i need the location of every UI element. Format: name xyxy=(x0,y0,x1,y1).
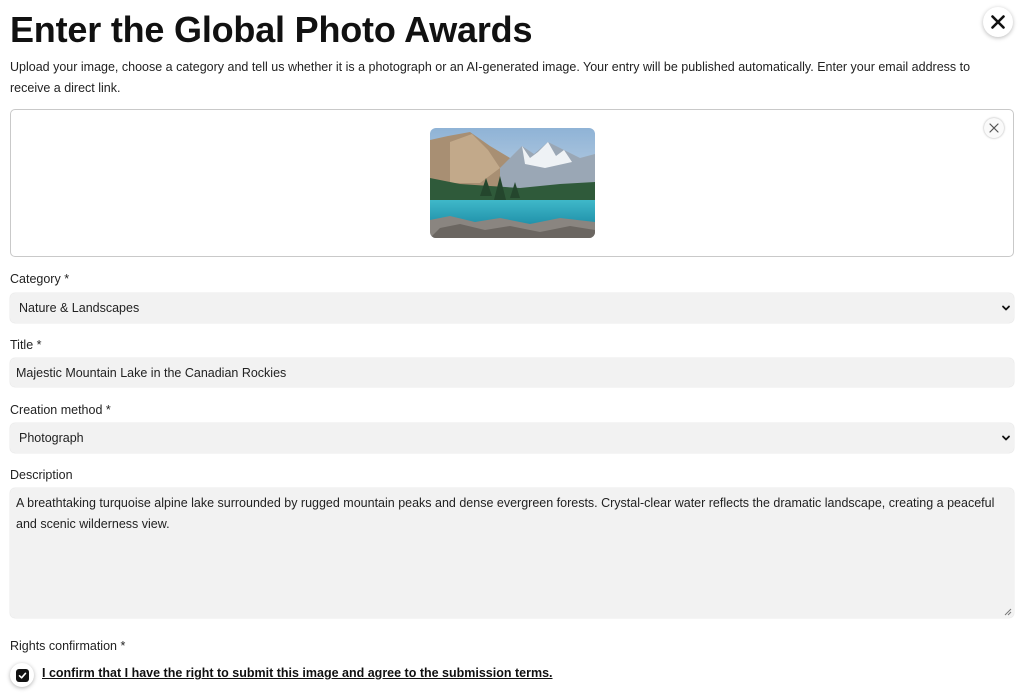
checkbox-checked xyxy=(15,668,29,682)
creation-method-value: Photograph xyxy=(19,431,84,445)
title-input[interactable]: Majestic Mountain Lake in the Canadian R… xyxy=(10,358,1014,387)
remove-image-button[interactable] xyxy=(984,118,1004,138)
submission-dialog: Enter the Global Photo Awards Upload you… xyxy=(0,0,1024,693)
title-value: Majestic Mountain Lake in the Canadian R… xyxy=(16,365,287,380)
category-select[interactable]: Nature & Landscapes xyxy=(10,293,1014,323)
description-label: Description xyxy=(10,468,73,482)
description-value: A breathtaking turquoise alpine lake sur… xyxy=(16,496,995,531)
description-textarea[interactable]: A breathtaking turquoise alpine lake sur… xyxy=(10,488,1014,618)
close-icon xyxy=(989,123,999,133)
resize-grip-icon[interactable] xyxy=(1004,608,1012,616)
checkmark-icon xyxy=(18,672,26,679)
rights-label: Rights confirmation * xyxy=(10,639,126,653)
creation-method-label: Creation method * xyxy=(10,403,111,417)
creation-method-select[interactable]: Photograph xyxy=(10,423,1014,453)
chevron-down-icon xyxy=(1002,305,1010,311)
page-title: Enter the Global Photo Awards xyxy=(10,9,533,50)
uploaded-image-thumbnail xyxy=(430,128,595,238)
close-icon xyxy=(991,15,1005,29)
title-label: Title * xyxy=(10,338,42,352)
rights-confirm-row: I confirm that I have the right to submi… xyxy=(10,659,553,687)
category-value: Nature & Landscapes xyxy=(19,301,140,315)
intro-text: Upload your image, choose a category and… xyxy=(10,60,971,95)
image-upload-area[interactable] xyxy=(10,109,1014,257)
category-label: Category * xyxy=(10,272,70,286)
rights-confirm-text[interactable]: I confirm that I have the right to submi… xyxy=(42,666,553,680)
chevron-down-icon xyxy=(1002,435,1010,441)
rights-checkbox[interactable] xyxy=(10,663,34,687)
mountain-lake-photo xyxy=(430,128,595,238)
close-dialog-button[interactable] xyxy=(983,7,1013,37)
